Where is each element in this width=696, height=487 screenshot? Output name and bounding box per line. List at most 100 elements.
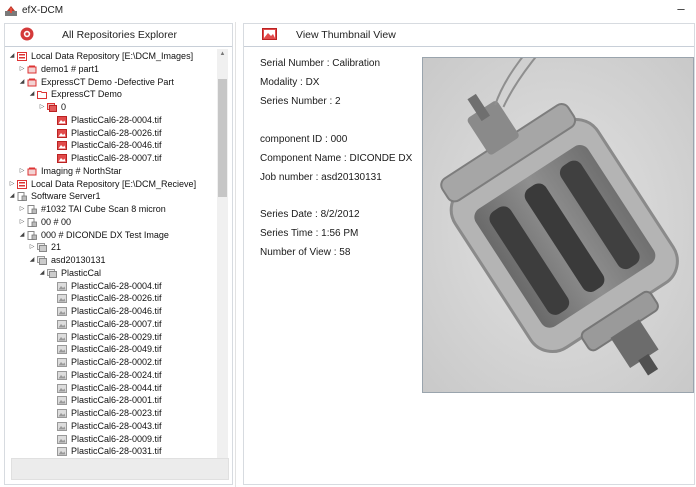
tree-node[interactable]: ◢ 000 # DICONDE DX Test Image	[18, 230, 169, 241]
tree-node[interactable]: PlasticCal6-28-0026.tif	[48, 128, 162, 139]
tree-node[interactable]: PlasticCal6-28-0029.tif	[48, 332, 162, 343]
tree-node-label: PlasticCal6-28-0044.tif	[71, 382, 162, 393]
tree-node-label: PlasticCal6-28-0031.tif	[71, 446, 162, 457]
tree-node[interactable]: ◢ ExpressCT Demo -Defective Part	[18, 77, 174, 88]
tree-node[interactable]: ▷ #1032 TAI Cube Scan 8 micron	[18, 204, 166, 215]
expand-arrow-icon[interactable]: ▷	[8, 179, 16, 190]
tree-node[interactable]: ◢ asd20130131	[28, 255, 106, 266]
collapse-arrow-icon[interactable]: ◢	[18, 77, 26, 88]
server-icon	[17, 192, 27, 202]
scroll-up-icon[interactable]: ▲	[217, 49, 228, 59]
tree-node[interactable]: PlasticCal6-28-0007.tif	[48, 153, 162, 164]
expand-arrow-icon[interactable]: ▷	[18, 64, 26, 75]
gray-image-icon	[57, 281, 67, 291]
tree-node-label: PlasticCal6-28-0004.tif	[71, 114, 162, 125]
component-id-text: component ID : 000	[260, 134, 348, 145]
image-icon	[57, 115, 67, 125]
tree-node[interactable]: ◢ Software Server1	[8, 191, 101, 202]
gray-series-icon	[37, 243, 47, 253]
gray-image-icon	[57, 307, 67, 316]
collapse-arrow-icon[interactable]: ◢	[8, 191, 16, 202]
tree-node[interactable]: PlasticCal6-28-0007.tif	[48, 319, 162, 330]
tree-node-label: ExpressCT Demo -Defective Part	[41, 76, 174, 87]
tree-node-label: 00 # 00	[41, 216, 72, 227]
gray-image-icon	[57, 358, 67, 367]
job-icon	[27, 78, 37, 87]
xray-thumbnail[interactable]	[422, 57, 694, 393]
tree-node[interactable]: PlasticCal6-28-0024.tif	[48, 370, 162, 381]
number-of-view-text: Number of View : 58	[260, 247, 351, 258]
tree-node[interactable]: PlasticCal6-28-0001.tif	[48, 395, 162, 406]
tree-node[interactable]: ▷ Local Data Repository [E:\DCM_Recieve]	[8, 179, 196, 190]
repo-icon	[17, 52, 27, 61]
tree-node[interactable]: PlasticCal6-28-0026.tif	[48, 293, 162, 304]
gray-image-icon	[57, 396, 67, 406]
modality-text: Modality : DX	[260, 77, 320, 88]
tree-node-label: PlasticCal6-28-0004.tif	[71, 280, 162, 291]
tree-node[interactable]: ◢ Local Data Repository [E:\DCM_Images]	[8, 51, 193, 62]
job-number-text: Job number : asd20130131	[260, 172, 382, 183]
collapse-arrow-icon[interactable]: ◢	[28, 255, 36, 266]
tree-node-label: PlasticCal6-28-0023.tif	[71, 408, 162, 418]
repo-icon	[17, 179, 27, 189]
series-date-text: Series Date : 8/2/2012	[260, 209, 360, 220]
server-icon	[27, 230, 37, 240]
tree-node[interactable]: PlasticCal6-28-0031.tif	[48, 446, 162, 457]
tree-node[interactable]: ▷ Imaging # NorthStar	[18, 166, 122, 177]
collapse-arrow-icon[interactable]: ◢	[8, 51, 16, 62]
folder-icon	[37, 90, 47, 100]
viewer-header: View Thumbnail View	[244, 24, 694, 47]
window-title: efX-DCM	[22, 5, 64, 16]
tree-node-label: 000 # DICONDE DX Test Image	[41, 229, 169, 240]
tree-node[interactable]: PlasticCal6-28-0043.tif	[48, 421, 162, 432]
component-name-text: Component Name : DICONDE DX	[260, 153, 413, 164]
tree-node[interactable]: ▷ 21	[28, 242, 61, 253]
expand-arrow-icon[interactable]: ▷	[18, 204, 26, 215]
scrollbar-thumb[interactable]	[218, 79, 227, 197]
panel-divider[interactable]	[235, 22, 236, 487]
collapse-arrow-icon[interactable]: ◢	[28, 89, 36, 100]
expand-arrow-icon[interactable]: ▷	[18, 166, 26, 177]
explorer-title: All Repositories Explorer	[62, 29, 177, 41]
tree-node[interactable]: PlasticCal6-28-0046.tif	[48, 306, 162, 317]
tree-node-label: Local Data Repository [E:\DCM_Images]	[31, 51, 194, 61]
tree-node[interactable]: ◢ PlasticCal	[38, 268, 101, 279]
tree-node[interactable]: PlasticCal6-28-0023.tif	[48, 408, 162, 419]
tree-node[interactable]: PlasticCal6-28-0009.tif	[48, 434, 162, 445]
collapse-arrow-icon[interactable]: ◢	[38, 268, 46, 279]
server-icon	[27, 217, 37, 227]
tree-node-label: PlasticCal6-28-0007.tif	[71, 318, 162, 329]
gray-image-icon	[57, 421, 67, 431]
repository-tree[interactable]: ◢ Local Data Repository [E:\DCM_Images] ▷ d…	[8, 51, 215, 473]
minimize-button[interactable]: –	[674, 1, 688, 17]
collapse-arrow-icon[interactable]: ◢	[18, 230, 26, 241]
tree-node-label: PlasticCal6-28-0009.tif	[71, 433, 162, 444]
serial-number-text: Serial Number : Calibration	[260, 58, 381, 69]
expand-arrow-icon[interactable]: ▷	[28, 242, 36, 253]
tree-node-label: PlasticCal6-28-0046.tif	[71, 306, 162, 316]
image-icon	[57, 154, 67, 163]
gray-image-icon	[57, 319, 67, 329]
tree-node[interactable]: ◢ ExpressCT Demo	[28, 89, 122, 100]
gray-image-icon	[57, 294, 67, 304]
expand-arrow-icon[interactable]: ▷	[38, 102, 46, 113]
tree-node[interactable]: ▷ 0	[38, 102, 66, 113]
tree-node-label: PlasticCal6-28-0001.tif	[71, 395, 162, 406]
gray-series-icon	[47, 268, 57, 278]
title-bar: efX-DCM –	[0, 0, 696, 22]
tree-node[interactable]: PlasticCal6-28-0049.tif	[48, 344, 162, 355]
viewer-title: View Thumbnail View	[296, 29, 396, 41]
tree-node[interactable]: PlasticCal6-28-0002.tif	[48, 357, 162, 368]
gray-image-icon	[57, 383, 67, 393]
tree-node[interactable]: PlasticCal6-28-0046.tif	[48, 140, 162, 151]
tree-node[interactable]: PlasticCal6-28-0004.tif	[48, 281, 162, 292]
tree-scrollbar[interactable]: ▲ ▼	[217, 49, 228, 474]
tree-node[interactable]: ▷ 00 # 00	[18, 217, 71, 228]
expand-arrow-icon[interactable]: ▷	[18, 217, 26, 228]
job-icon	[27, 65, 37, 74]
app-logo-icon	[5, 6, 17, 16]
tree-node[interactable]: ▷ demo1 # part1	[18, 64, 99, 75]
tree-node[interactable]: PlasticCal6-28-0004.tif	[48, 115, 162, 126]
gray-image-icon	[57, 370, 67, 380]
tree-node[interactable]: PlasticCal6-28-0044.tif	[48, 383, 162, 394]
